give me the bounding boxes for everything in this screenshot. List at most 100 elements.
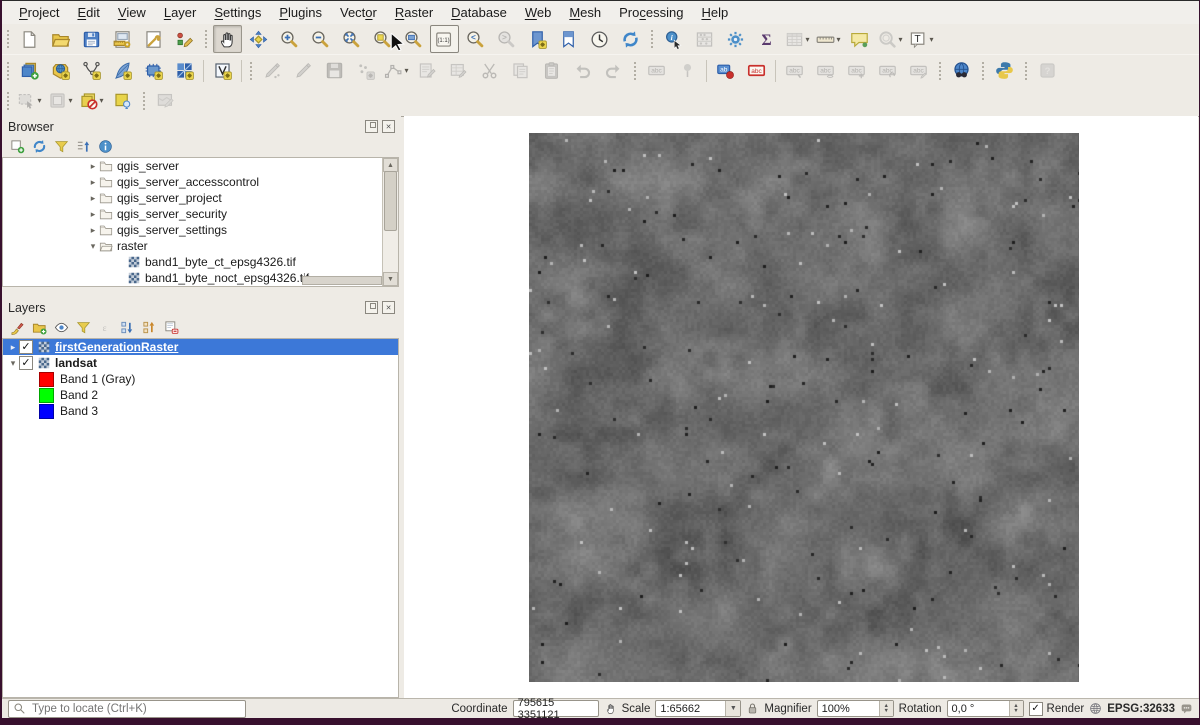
menu-edit[interactable]: Edit bbox=[68, 3, 108, 22]
scrollbar-thumb[interactable] bbox=[384, 171, 397, 231]
scale-lock-icon[interactable] bbox=[746, 702, 759, 715]
browser-item[interactable]: ▸ qgis_server_accesscontrol bbox=[3, 174, 398, 190]
spinner-icons[interactable]: ▲ ▼ bbox=[1008, 701, 1023, 716]
magnifier-spin[interactable]: 100% ▲ ▼ bbox=[816, 700, 894, 717]
remove-layer-button[interactable] bbox=[160, 317, 182, 338]
menu-processing[interactable]: Processing bbox=[610, 3, 692, 22]
scroll-down-icon[interactable]: ▼ bbox=[383, 272, 398, 286]
browser-scrollbar[interactable]: ▲ ▼ bbox=[382, 158, 398, 286]
expander-icon[interactable]: ▸ bbox=[87, 209, 99, 220]
new-bookmark-button[interactable] bbox=[523, 25, 552, 53]
layer-labeling-options-button[interactable]: ab bbox=[711, 57, 740, 85]
menu-raster[interactable]: Raster bbox=[386, 3, 442, 22]
new-print-layout-button[interactable] bbox=[108, 25, 137, 53]
show-layout-manager-button[interactable] bbox=[139, 25, 168, 53]
pan-to-selection-button[interactable] bbox=[244, 25, 273, 53]
crs-status[interactable]: EPSG:32633 bbox=[1107, 703, 1175, 715]
python-console-button[interactable] bbox=[990, 57, 1019, 85]
expander-icon[interactable]: ▸ bbox=[87, 225, 99, 236]
deselect-all-dropdown-icon[interactable]: ▾ bbox=[99, 96, 103, 105]
select-by-form-dropdown-icon[interactable]: ▾ bbox=[68, 96, 72, 105]
menu-help[interactable]: Help bbox=[692, 3, 737, 22]
browser-float-button[interactable] bbox=[365, 120, 378, 133]
browser-close-button[interactable]: ✕ bbox=[382, 120, 395, 133]
expander-icon[interactable]: ▸ bbox=[87, 193, 99, 204]
new-mesh-layer-button[interactable] bbox=[139, 57, 168, 85]
expander-icon[interactable]: ▸ bbox=[87, 177, 99, 188]
measure-dropdown-icon[interactable]: ▾ bbox=[836, 35, 840, 44]
pan-map-button[interactable] bbox=[213, 25, 242, 53]
expander-icon[interactable]: ▸ bbox=[7, 342, 19, 353]
scale-dropdown-icon[interactable]: ▼ bbox=[725, 701, 741, 716]
expand-all-button[interactable] bbox=[116, 317, 138, 338]
browser-item[interactable]: band1_byte_ct_epsg4326.tif bbox=[3, 254, 398, 270]
coordinate-input[interactable]: 795615 3351121 bbox=[512, 697, 599, 721]
menu-plugins[interactable]: Plugins bbox=[270, 3, 331, 22]
identify-features-button[interactable]: i bbox=[659, 25, 688, 53]
expander-icon[interactable]: ▸ bbox=[87, 161, 99, 172]
show-bookmarks-button[interactable] bbox=[554, 25, 583, 53]
layers-close-button[interactable]: ✕ bbox=[382, 301, 395, 314]
menu-project[interactable]: Project bbox=[10, 3, 68, 22]
zoom-to-layer-button[interactable] bbox=[399, 25, 428, 53]
dock-splitter[interactable] bbox=[2, 287, 401, 297]
metasearch-button[interactable] bbox=[947, 57, 976, 85]
scroll-up-icon[interactable]: ▲ bbox=[383, 158, 398, 172]
new-shapefile-layer-button[interactable] bbox=[77, 57, 106, 85]
collapse-all-button[interactable] bbox=[72, 136, 94, 157]
data-source-manager-button[interactable] bbox=[15, 57, 44, 85]
select-features-dropdown-icon[interactable]: ▾ bbox=[37, 96, 41, 105]
browser-hscrollbar[interactable] bbox=[302, 276, 382, 285]
spinner-icons[interactable]: ▲ ▼ bbox=[878, 701, 893, 716]
new-gpx-layer-button[interactable] bbox=[170, 57, 199, 85]
map-canvas[interactable] bbox=[404, 116, 1198, 698]
refresh-browser-button[interactable] bbox=[28, 136, 50, 157]
browser-item[interactable]: ▸ qgis_server_security bbox=[3, 206, 398, 222]
layer-visibility-checkbox[interactable]: ✓ bbox=[19, 340, 33, 354]
menu-layer[interactable]: Layer bbox=[155, 3, 206, 22]
zoom-last-button[interactable]: < bbox=[461, 25, 490, 53]
locator-input[interactable] bbox=[30, 701, 241, 716]
layer-item[interactable]: Band 1 (Gray) bbox=[3, 371, 398, 387]
menu-web[interactable]: Web bbox=[516, 3, 561, 22]
menu-vector[interactable]: Vector bbox=[331, 3, 386, 22]
locator-search[interactable] bbox=[8, 699, 246, 718]
new-project-button[interactable] bbox=[15, 25, 44, 53]
layers-float-button[interactable] bbox=[365, 301, 378, 314]
add-group-button[interactable] bbox=[28, 317, 50, 338]
vertex-tool-dropdown-icon[interactable]: ▾ bbox=[404, 66, 408, 75]
save-project-button[interactable] bbox=[77, 25, 106, 53]
add-selected-layers-button[interactable] bbox=[6, 136, 28, 157]
open-layer-styling-button[interactable] bbox=[6, 317, 28, 338]
text-annotation-button[interactable]: T ▾ bbox=[907, 25, 936, 53]
layer-item[interactable]: ▸ ✓ firstGenerationRaster bbox=[3, 339, 398, 355]
messages-icon[interactable] bbox=[1180, 702, 1193, 715]
text-annotation-dropdown-icon[interactable]: ▾ bbox=[929, 35, 933, 44]
mouse-position-icon[interactable] bbox=[604, 702, 617, 715]
filter-browser-button[interactable] bbox=[50, 136, 72, 157]
layer-item[interactable]: Band 3 bbox=[3, 403, 398, 419]
filter-legend-button[interactable] bbox=[72, 317, 94, 338]
nominatim-search-dropdown-icon[interactable]: ▾ bbox=[898, 35, 902, 44]
open-project-button[interactable] bbox=[46, 25, 75, 53]
layer-properties-button[interactable] bbox=[94, 136, 116, 157]
measure-button[interactable]: ▾ bbox=[814, 25, 843, 53]
scale-combo[interactable]: 1:65662 ▼ bbox=[655, 700, 742, 717]
manage-map-themes-button[interactable] bbox=[50, 317, 72, 338]
rotation-spin[interactable]: 0,0 ° ▲ ▼ bbox=[946, 700, 1024, 717]
zoom-to-selection-button[interactable] bbox=[368, 25, 397, 53]
browser-item[interactable]: ▾ raster bbox=[3, 238, 398, 254]
temporal-controller-button[interactable] bbox=[585, 25, 614, 53]
render-checkbox[interactable]: ✓ Render bbox=[1028, 701, 1084, 716]
show-statistics-button[interactable]: Σ bbox=[752, 25, 781, 53]
zoom-native-button[interactable]: (1:1) bbox=[430, 25, 459, 53]
open-attribute-table-dropdown-icon[interactable]: ▾ bbox=[805, 35, 809, 44]
browser-item[interactable]: ▸ qgis_server_settings bbox=[3, 222, 398, 238]
menu-view[interactable]: View bbox=[109, 3, 155, 22]
menu-settings[interactable]: Settings bbox=[205, 3, 270, 22]
collapse-all-layers-button[interactable] bbox=[138, 317, 160, 338]
layer-item[interactable]: ▾ ✓ landsat bbox=[3, 355, 398, 371]
zoom-in-button[interactable] bbox=[275, 25, 304, 53]
layer-diagram-options-button[interactable]: abc bbox=[742, 57, 771, 85]
layer-visibility-checkbox[interactable]: ✓ bbox=[19, 356, 33, 370]
